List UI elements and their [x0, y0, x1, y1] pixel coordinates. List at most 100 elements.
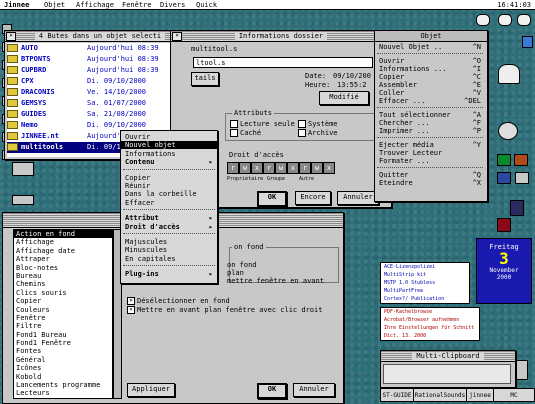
task-st-guide[interactable]: ST-GUIDE	[381, 389, 414, 401]
perm-toggle[interactable]: w	[311, 162, 323, 174]
objet-menu-item[interactable]: Quitter ^Q	[375, 171, 485, 179]
file-row[interactable]: GEMSYS Sa. 01/07/2000	[7, 98, 183, 109]
app-icon[interactable]	[497, 172, 511, 184]
objet-menu-item[interactable]: Coller ^V	[375, 89, 485, 97]
hand-icon[interactable]	[498, 14, 512, 26]
rightclick-checkbox[interactable]: × Mettre en avant plan fenêtre avec clic …	[127, 306, 322, 314]
context-menu-item[interactable]: Effacer	[121, 199, 217, 207]
hidden-checkbox[interactable]: Caché	[230, 129, 261, 137]
objet-menu-item[interactable]: Effacer ... ^DEL	[375, 97, 485, 105]
info-window-titlebar[interactable]: × Informations dossier □	[171, 31, 391, 42]
context-menu-item[interactable]: En capitales	[121, 255, 217, 263]
clipboard-titlebar[interactable]: Multi-Clipboard	[381, 351, 515, 362]
filename-field[interactable]: ltool.s	[193, 57, 373, 68]
app-menu[interactable]: Jinnee	[4, 1, 29, 9]
context-menu-item[interactable]: Dans la corbeille	[121, 190, 217, 198]
app-icon[interactable]	[497, 218, 511, 232]
context-menu-item[interactable]: Réunir	[121, 182, 217, 190]
objet-menu-item[interactable]: Eteindre ^X	[375, 179, 485, 187]
context-menu-item[interactable]: Contenu ▸	[121, 158, 217, 166]
context-menu-item[interactable]: Ouvrir	[121, 133, 217, 141]
pref-category[interactable]: Icônes	[14, 364, 112, 372]
file-row[interactable]: DRACONIS Ve. 14/10/2000	[7, 87, 183, 98]
monitor-icon[interactable]	[522, 36, 533, 48]
file-window-titlebar[interactable]: × 4 Butes dans un objet selecti □	[5, 31, 195, 42]
objet-menu-item[interactable]: Tout sélectionner ^A	[375, 111, 485, 119]
pref-category[interactable]: Filtre	[14, 322, 112, 330]
perm-toggle[interactable]: x	[251, 162, 263, 174]
pref-category[interactable]: Fond1 Fenêtre	[14, 339, 112, 347]
task-mc[interactable]: MC	[494, 389, 534, 401]
encore-button[interactable]: Encore	[295, 191, 331, 205]
clipboard-side-icon[interactable]	[516, 360, 528, 380]
objet-menu-item[interactable]: Imprimer ... ^P	[375, 127, 485, 135]
objet-menu-item[interactable]: Copier ^C	[375, 73, 485, 81]
archive-checkbox[interactable]: Archive	[298, 129, 338, 137]
perm-toggle[interactable]: r	[299, 162, 311, 174]
ok-button[interactable]: OK	[257, 383, 287, 399]
system-checkbox[interactable]: Système	[298, 120, 338, 128]
task-rationalsounds[interactable]: RationalSounds	[414, 389, 467, 401]
character-icon[interactable]	[498, 64, 520, 84]
pref-category[interactable]: Action en fond	[14, 230, 112, 239]
pref-category[interactable]: Kobold	[14, 373, 112, 381]
context-menu-item[interactable]: Majuscules	[121, 238, 217, 246]
context-menu-item[interactable]: Minuscules	[121, 246, 217, 254]
pref-category[interactable]: Général	[14, 356, 112, 364]
pref-category[interactable]: Bloc-notes	[14, 264, 112, 272]
pref-category[interactable]: Lancements programme	[14, 381, 112, 389]
menu-fenetre[interactable]: Fenêtre	[122, 1, 152, 9]
context-menu-item[interactable]: Copier	[121, 174, 217, 182]
menu-divers[interactable]: Divers	[160, 1, 185, 9]
file-row[interactable]: CUPBRD Aujourd'hui 08:39	[7, 65, 183, 76]
pref-category[interactable]: Attraper	[14, 255, 112, 263]
pref-category[interactable]: Fenêtre	[14, 314, 112, 322]
character-icon[interactable]	[498, 122, 518, 140]
game-icon[interactable]	[497, 154, 511, 166]
objet-menu-item[interactable]: Nouvel Objet .. ^N	[375, 43, 485, 51]
objet-menu-item[interactable]: Chercher ... ^F	[375, 119, 485, 127]
pref-category[interactable]: Affichage	[14, 238, 112, 246]
perm-toggle[interactable]: x	[287, 162, 299, 174]
pref-category[interactable]: Couleurs	[14, 306, 112, 314]
pref-category[interactable]: Fontes	[14, 347, 112, 355]
file-row[interactable]: CPX Di. 09/10/2000	[7, 76, 183, 87]
pref-category[interactable]: Fond1 Bureau	[14, 331, 112, 339]
file-row[interactable]: AUTO Aujourd'hui 08:39	[7, 43, 183, 54]
objet-menu-item[interactable]: Assembler ^E	[375, 81, 485, 89]
menu-objet[interactable]: Objet	[44, 1, 65, 9]
pref-category[interactable]: Bureau	[14, 272, 112, 280]
apply-button[interactable]: Appliquer	[127, 383, 175, 397]
perm-toggle[interactable]: w	[275, 162, 287, 174]
context-menu-item[interactable]: Informations	[121, 150, 217, 158]
hand-icon[interactable]	[517, 14, 531, 26]
game-icon[interactable]	[514, 154, 528, 166]
file-row[interactable]: BTPONTS Aujourd'hui 08:39	[7, 54, 183, 65]
pref-category[interactable]: Lecteurs	[14, 389, 112, 397]
printer-icon[interactable]	[12, 195, 34, 205]
trash-icon[interactable]	[12, 162, 34, 176]
objet-menu-item[interactable]: Informations ... ^I	[375, 65, 485, 73]
perm-toggle[interactable]: x	[323, 162, 335, 174]
perm-toggle[interactable]: r	[227, 162, 239, 174]
objet-menu-item[interactable]: Formater ...	[375, 157, 485, 165]
modifie-button[interactable]: Modifié	[319, 91, 369, 105]
context-menu-item[interactable]: Plug-ins ▸	[121, 270, 217, 278]
context-menu-item[interactable]: Attribut ▸	[121, 214, 217, 222]
clipboard-slots[interactable]	[383, 364, 511, 384]
file-row[interactable]: GUIDES Sa. 21/08/2000	[7, 109, 183, 120]
app-icon[interactable]	[515, 172, 529, 184]
deselect-checkbox[interactable]: × Désélectionner en fond	[127, 297, 230, 305]
menu-quick[interactable]: Quick	[196, 1, 217, 9]
menu-affichage[interactable]: Affichage	[76, 1, 114, 9]
perm-toggle[interactable]: r	[263, 162, 275, 174]
pref-category[interactable]: Clics souris	[14, 289, 112, 297]
cancel-button[interactable]: Annuler	[337, 191, 379, 205]
pref-category[interactable]: Chemins	[14, 280, 112, 288]
close-icon[interactable]: ×	[6, 32, 16, 41]
details-button[interactable]: tails	[191, 72, 219, 86]
readonly-checkbox[interactable]: Lecture seule	[230, 120, 295, 128]
pref-category[interactable]: Affichage date	[14, 247, 112, 255]
logo-icon[interactable]	[510, 200, 524, 216]
pref-category[interactable]: Copier	[14, 297, 112, 305]
